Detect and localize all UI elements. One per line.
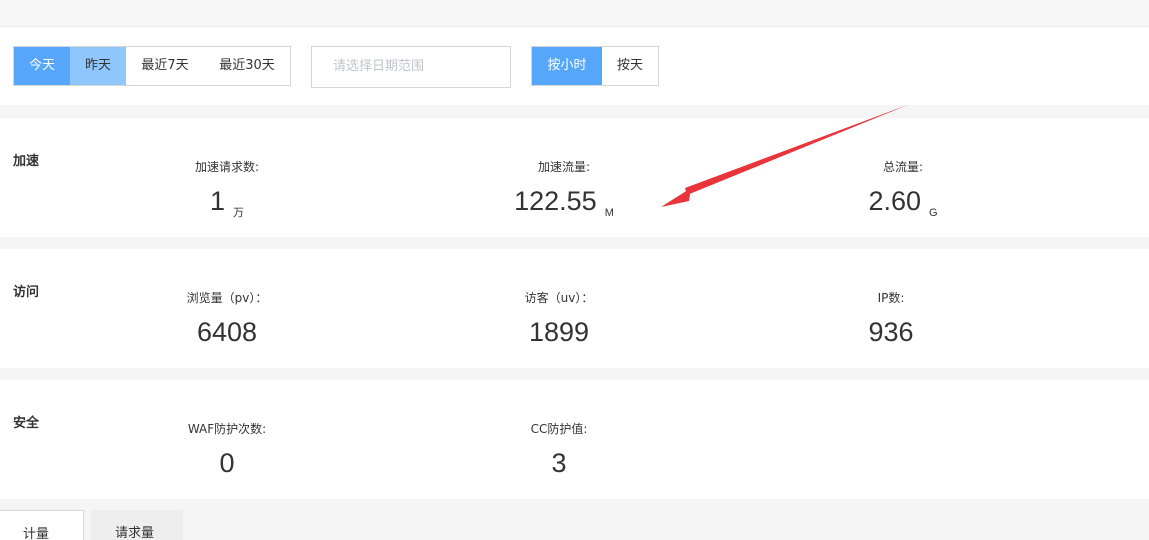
date-range-input[interactable]: 请选择日期范围: [311, 46, 511, 88]
total-traffic-unit: G: [929, 207, 938, 219]
yesterday-button[interactable]: 昨天: [70, 47, 126, 85]
top-strip: [0, 0, 1149, 27]
tab-metering[interactable]: 计量: [0, 510, 84, 540]
accel-traffic-label: 加速流量:: [537, 160, 591, 174]
total-traffic-value: 2.60 G: [868, 186, 938, 219]
waf-value: 0: [219, 448, 235, 478]
accel-requests-unit: 万: [233, 207, 245, 219]
total-traffic-label: 总流量:: [882, 160, 924, 174]
tab-requests-label: 请求量: [115, 526, 155, 540]
uv-value: 1899: [528, 317, 590, 347]
last-7-days-button[interactable]: 最近7天: [126, 47, 204, 85]
last-30-days-button[interactable]: 最近30天: [204, 47, 290, 85]
date-range-button-group: 今天 昨天 最近7天 最近30天: [13, 46, 291, 86]
accel-traffic-value: 122.55 M: [514, 186, 614, 219]
pv-value: 6408: [196, 317, 258, 347]
visits-section: 访问 浏览量（pv）： 6408 访客（uv）： 1899 IP数: 936: [0, 249, 1149, 368]
accel-section-title: 加速: [13, 154, 40, 169]
pv-label: 浏览量（pv）：: [186, 291, 268, 305]
granularity-button-group: 按小时 按天: [531, 46, 659, 86]
uv-label: 访客（uv）：: [524, 291, 594, 305]
accel-section: 加速 加速请求数: 1万 加速流量: 122.55 M 总流量: 2.60 G: [0, 118, 1149, 237]
by-day-button[interactable]: 按天: [602, 47, 658, 85]
security-section-title: 安全: [13, 416, 40, 431]
visits-section-title: 访问: [13, 285, 40, 300]
filter-toolbar: 今天 昨天 最近7天 最近30天 请选择日期范围 按小时 按天: [0, 27, 1149, 105]
ip-label: IP数:: [877, 291, 905, 305]
accel-requests-label: 加速请求数:: [194, 160, 260, 174]
waf-label: WAF防护次数:: [187, 422, 267, 436]
bottom-tab-bar: 计量 请求量: [0, 510, 1149, 540]
tab-requests[interactable]: 请求量: [91, 510, 183, 540]
security-section: 安全 WAF防护次数: 0 CC防护值: 3: [0, 380, 1149, 499]
cc-value: 3: [551, 448, 567, 478]
ip-value: 936: [868, 317, 914, 347]
by-hour-button[interactable]: 按小时: [532, 47, 602, 85]
today-button[interactable]: 今天: [14, 47, 70, 85]
tab-metering-label: 计量: [23, 527, 50, 540]
cc-label: CC防护值:: [530, 422, 588, 436]
accel-requests-value: 1万: [209, 186, 245, 219]
accel-traffic-unit: M: [604, 207, 614, 219]
